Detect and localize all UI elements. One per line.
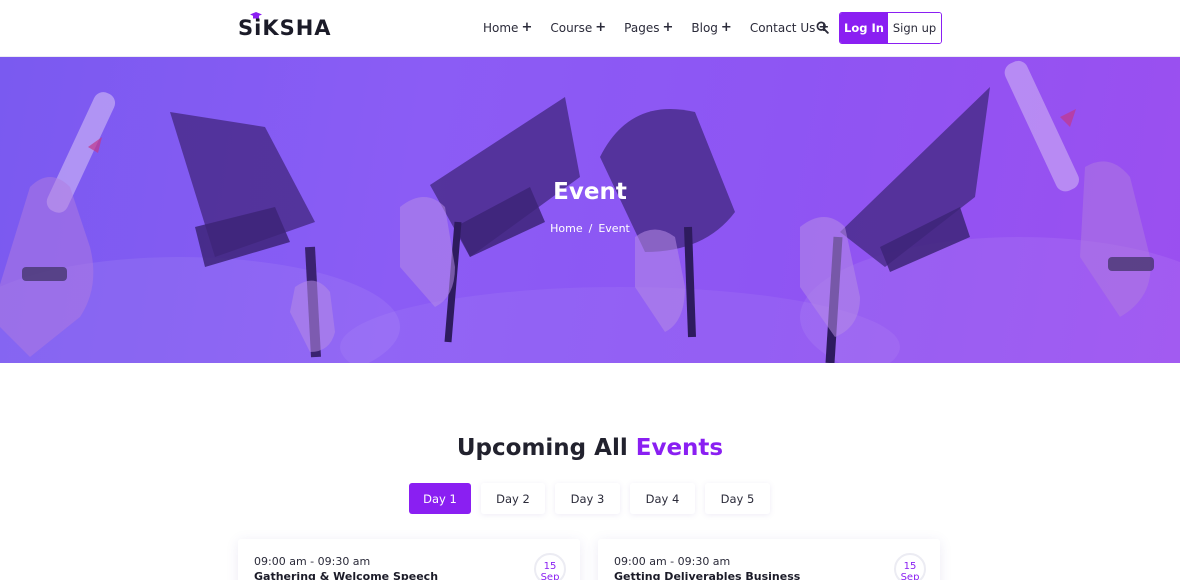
tab-day-5[interactable]: Day 5	[705, 483, 770, 514]
event-date-month: Sep	[900, 572, 920, 580]
search-icon[interactable]	[816, 21, 829, 34]
day-tabs: Day 1 Day 2 Day 3 Day 4 Day 5	[409, 483, 780, 514]
event-card[interactable]: 09:00 am - 09:30 am Gathering & Welcome …	[238, 539, 580, 580]
signup-button[interactable]: Sign up	[888, 13, 941, 43]
event-date-badge: 15 Sep	[534, 553, 566, 580]
events-heading-accent: Events	[635, 435, 724, 461]
event-card[interactable]: 09:00 am - 09:30 am Getting Deliverables…	[598, 539, 940, 580]
breadcrumb: Home / Event	[0, 222, 1180, 235]
event-title[interactable]: Gathering & Welcome Speech	[254, 570, 438, 580]
nav-item-label: Contact Us	[749, 20, 816, 35]
breadcrumb-current: Event	[598, 222, 630, 235]
nav-item-home[interactable]: Home +	[483, 20, 532, 35]
event-title[interactable]: Getting Deliverables Business	[614, 570, 800, 580]
event-date-day: 15	[543, 561, 557, 572]
graduation-caps-illustration	[0, 60, 1180, 363]
breadcrumb-separator: /	[588, 222, 593, 235]
plus-icon: +	[720, 20, 732, 35]
nav-item-pages[interactable]: Pages +	[624, 20, 673, 35]
page-title: Event	[553, 179, 627, 205]
nav-item-label: Course	[550, 20, 593, 35]
plus-icon: +	[662, 20, 674, 35]
nav-item-label: Home	[483, 20, 519, 35]
nav-item-course[interactable]: Course +	[550, 20, 606, 35]
tab-day-2[interactable]: Day 2	[481, 483, 545, 514]
hero-banner: Event Home / Event	[0, 57, 1180, 363]
plus-icon: +	[521, 20, 533, 35]
nav-item-label: Pages	[624, 20, 660, 35]
breadcrumb-home-link[interactable]: Home	[550, 222, 582, 235]
event-time: 09:00 am - 09:30 am	[254, 555, 371, 568]
tab-day-4[interactable]: Day 4	[630, 483, 695, 514]
site-logo[interactable]: SiKSHA	[238, 12, 332, 40]
event-date-badge: 15 Sep	[894, 553, 926, 580]
event-time: 09:00 am - 09:30 am	[614, 555, 731, 568]
event-date-month: Sep	[540, 572, 560, 580]
tab-day-3[interactable]: Day 3	[555, 483, 620, 514]
main-nav: Home + Course + Pages + Blog + Contact U…	[483, 20, 847, 35]
login-button[interactable]: Log In	[840, 13, 888, 43]
nav-item-label: Blog	[691, 20, 718, 35]
nav-item-blog[interactable]: Blog +	[691, 20, 731, 35]
tab-day-1[interactable]: Day 1	[409, 483, 471, 514]
logo-text: SiKSHA	[238, 16, 332, 40]
site-header: SiKSHA Home + Course + Pages + Blog + Co…	[0, 0, 1180, 57]
plus-icon: +	[595, 20, 607, 35]
graduation-cap-icon	[250, 12, 262, 19]
event-date-day: 15	[903, 561, 917, 572]
auth-buttons: Log In Sign up	[839, 12, 942, 44]
events-heading: Upcoming All Events	[0, 435, 1180, 461]
events-heading-main: Upcoming All	[456, 435, 628, 461]
